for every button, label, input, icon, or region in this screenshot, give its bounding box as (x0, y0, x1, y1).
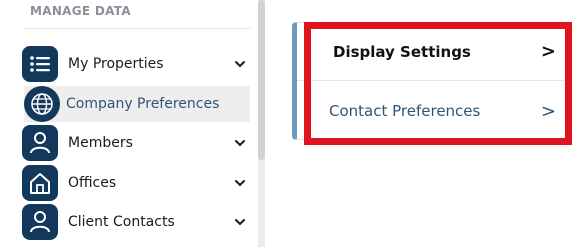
sidebar-item-label: Company Preferences (66, 96, 220, 112)
globe-icon (24, 86, 60, 122)
settings-card: Display Settings > Contact Preferences > (292, 22, 572, 140)
sidebar-item-label: Client Contacts (68, 214, 175, 230)
list-icon (22, 46, 58, 82)
sidebar-item-label: Offices (68, 175, 117, 191)
sidebar-item-my-properties[interactable]: My Properties (22, 46, 252, 82)
section-divider (24, 28, 251, 29)
sidebar-item-label: My Properties (68, 56, 164, 72)
chevron-down-icon[interactable] (232, 56, 248, 72)
person-icon (22, 204, 58, 240)
sidebar-scrollbar-thumb[interactable] (258, 0, 265, 160)
sidebar-item-company-preferences[interactable]: Company Preferences (24, 86, 250, 122)
sidebar-item-client-contacts[interactable]: Client Contacts (22, 204, 252, 240)
contact-preferences-link[interactable]: Contact Preferences > (297, 82, 572, 140)
display-settings-link[interactable]: Display Settings > (297, 23, 572, 81)
display-settings-label: Display Settings (333, 42, 471, 61)
sidebar-item-offices[interactable]: Offices (22, 165, 252, 201)
person-icon (22, 125, 58, 161)
contact-preferences-label: Contact Preferences (329, 102, 481, 120)
chevron-right-icon: > (540, 41, 556, 62)
section-title: MANAGE DATA (30, 4, 131, 18)
chevron-down-icon[interactable] (232, 214, 248, 230)
chevron-right-icon: > (540, 100, 556, 122)
sidebar-item-label: Members (68, 135, 133, 151)
chevron-down-icon[interactable] (232, 135, 248, 151)
house-icon (22, 165, 58, 201)
sidebar: MANAGE DATA My Properties Company Prefer… (0, 0, 258, 247)
chevron-down-icon[interactable] (232, 175, 248, 191)
sidebar-item-members[interactable]: Members (22, 125, 252, 161)
